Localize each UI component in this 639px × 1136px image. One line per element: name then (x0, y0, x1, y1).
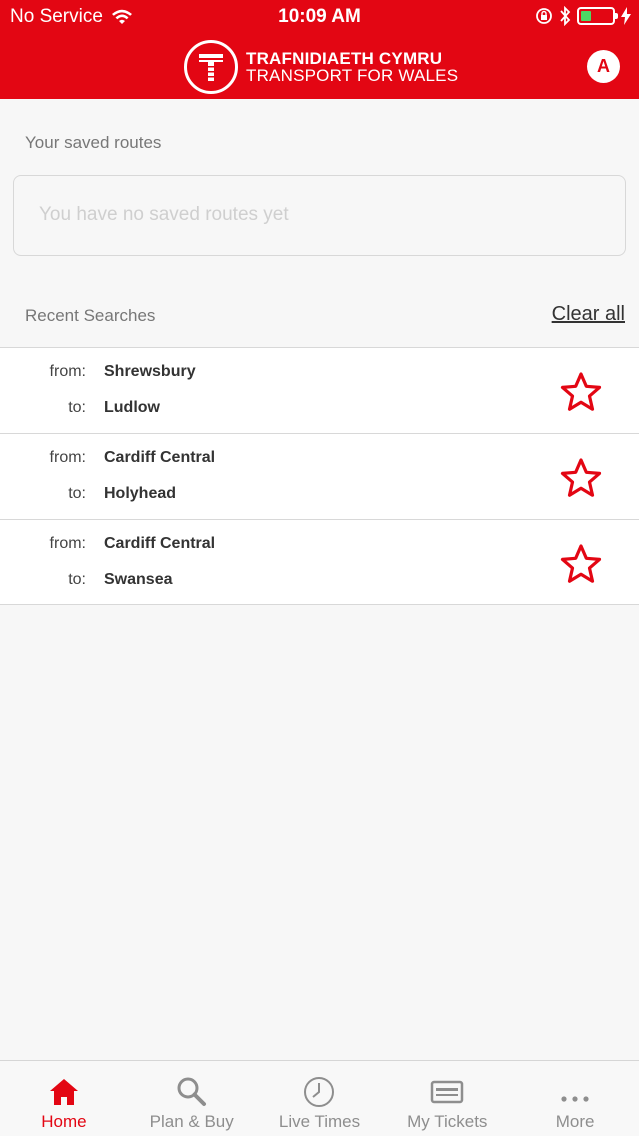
recent-searches-list: from: Shrewsbury to: Ludlow from: Cardif… (0, 347, 639, 605)
star-icon[interactable] (560, 372, 602, 412)
tab-plan-buy[interactable]: Plan & Buy (128, 1061, 256, 1136)
tab-my-tickets[interactable]: My Tickets (383, 1061, 511, 1136)
saved-routes-box: You have no saved routes yet (13, 175, 626, 256)
home-icon (49, 1079, 78, 1105)
from-label: from: (49, 363, 86, 380)
from-station: Cardiff Central (104, 535, 216, 552)
saved-routes-title: Your saved routes (25, 133, 162, 152)
tfw-logo-mark-icon (184, 40, 238, 94)
account-button[interactable]: A (587, 50, 620, 83)
recent-search-row[interactable]: from: Shrewsbury to: Ludlow (0, 347, 639, 433)
status-right (535, 6, 631, 26)
tab-label: Plan & Buy (149, 1112, 234, 1131)
from-station: Shrewsbury (104, 363, 196, 380)
bluetooth-icon (560, 6, 571, 26)
star-icon[interactable] (560, 458, 602, 498)
tab-label: Live Times (278, 1112, 361, 1131)
logo-line-welsh: TRAFNIDIAETH CYMRU (246, 49, 443, 68)
tab-label: Home (41, 1112, 87, 1131)
recent-search-row[interactable]: from: Cardiff Central to: Swansea (0, 519, 639, 605)
to-station: Ludlow (104, 399, 160, 416)
from-label: from: (49, 535, 86, 552)
to-label: to: (68, 399, 86, 416)
charging-icon (621, 7, 631, 25)
more-icon (561, 1096, 589, 1102)
clear-all-button[interactable]: Clear all (552, 303, 625, 326)
tab-label: More (555, 1112, 595, 1131)
status-bar: No Service 10:09 AM (0, 0, 639, 34)
tab-more[interactable]: More (511, 1061, 639, 1136)
recent-searches-title: Recent Searches (25, 306, 156, 325)
clock-icon (304, 1077, 335, 1107)
to-station: Holyhead (104, 485, 177, 502)
to-label: to: (68, 571, 86, 588)
tab-home[interactable]: Home (0, 1061, 128, 1136)
from-label: from: (49, 449, 86, 466)
to-station: Swansea (104, 571, 173, 588)
tab-label: My Tickets (407, 1112, 488, 1131)
tfw-logo: TRAFNIDIAETH CYMRU TRANSPORT FOR WALES (184, 40, 458, 94)
logo-text: TRAFNIDIAETH CYMRU TRANSPORT FOR WALES (246, 50, 458, 84)
tab-bar: Home Plan & Buy Live Times My Tickets Mo… (0, 1060, 639, 1136)
search-icon (177, 1077, 206, 1106)
to-label: to: (68, 485, 86, 502)
star-icon[interactable] (560, 544, 602, 584)
battery-icon (577, 7, 618, 25)
logo-line-english: TRANSPORT FOR WALES (246, 66, 459, 85)
saved-routes-empty-text: You have no saved routes yet (39, 204, 289, 225)
from-station: Cardiff Central (104, 449, 216, 466)
ticket-icon (431, 1080, 464, 1104)
orientation-lock-icon (536, 8, 552, 24)
recent-search-row[interactable]: from: Cardiff Central to: Holyhead (0, 433, 639, 519)
app-header: No Service 10:09 AM TRAFNIDIAETH CYMRU T… (0, 0, 639, 99)
tab-live-times[interactable]: Live Times (256, 1061, 384, 1136)
